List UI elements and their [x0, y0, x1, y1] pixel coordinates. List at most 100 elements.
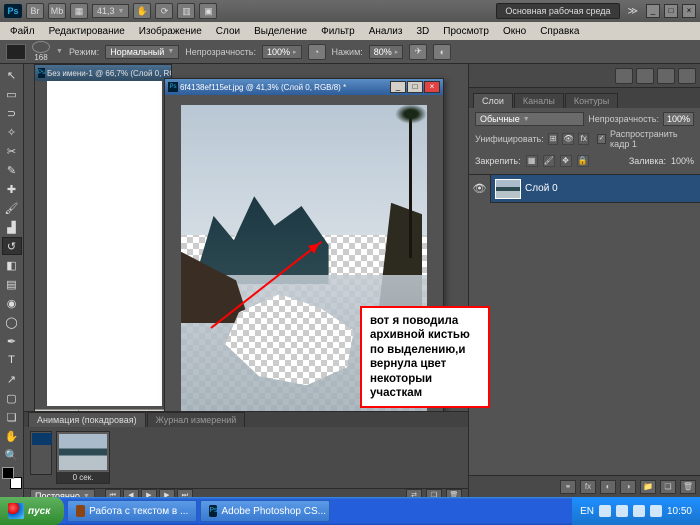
tab-paths[interactable]: Контуры [565, 93, 618, 108]
mini-bridge-icon[interactable]: Mb [48, 3, 66, 19]
dodge-tool-icon[interactable]: ◯ [2, 313, 22, 331]
view-extras-icon[interactable]: ▦ [70, 3, 88, 19]
wand-tool-icon[interactable]: ✧ [2, 123, 22, 141]
next-frame-button[interactable]: ▶ [159, 489, 175, 497]
delete-layer-icon[interactable]: 🗑 [680, 480, 696, 494]
last-frame-button[interactable]: ⏭ [177, 489, 193, 497]
menu-filter[interactable]: Фильтр [315, 25, 361, 38]
layer-fx-icon[interactable]: fx [580, 480, 596, 494]
shape-tool-icon[interactable]: ▢ [2, 389, 22, 407]
menu-window[interactable]: Окно [497, 25, 532, 38]
minimize-button[interactable]: _ [646, 4, 660, 18]
adjustments-panel-icon[interactable] [678, 68, 696, 84]
menu-analysis[interactable]: Анализ [363, 25, 409, 38]
eyedropper-tool-icon[interactable]: ✎ [2, 161, 22, 179]
tab-measure-log[interactable]: Журнал измерений [147, 412, 246, 427]
heal-tool-icon[interactable]: ✚ [2, 180, 22, 198]
propagate-checkbox[interactable]: ✓ [597, 134, 606, 144]
layer-row[interactable]: 👁 Слой 0 [469, 175, 700, 203]
menu-file[interactable]: Файл [4, 25, 41, 38]
color-panel-icon[interactable] [615, 68, 633, 84]
brush-tool-icon[interactable]: 🖌 [2, 199, 22, 217]
task-button-2[interactable]: PsAdobe Photoshop CS... [200, 500, 330, 522]
tab-animation[interactable]: Анимация (покадровая) [28, 412, 146, 427]
pressure-opacity-icon[interactable]: ◔ [308, 44, 326, 60]
tween-button[interactable]: ⇄ [406, 489, 422, 497]
type-tool-icon[interactable]: T [2, 351, 22, 369]
color-swatches[interactable] [2, 467, 22, 489]
path-tool-icon[interactable]: ↗ [2, 370, 22, 388]
clock[interactable]: 10:50 [667, 506, 692, 517]
layer-thumb[interactable] [495, 179, 521, 199]
document-window-1[interactable]: Ps Без имени-1 @ 66,7% (Слой 0, RGB/8) *… [34, 64, 172, 424]
blur-tool-icon[interactable]: ◉ [2, 294, 22, 312]
visibility-toggle-icon[interactable]: 👁 [469, 175, 491, 203]
link-layers-icon[interactable]: ⚭ [560, 480, 576, 494]
swatches-panel-icon[interactable] [636, 68, 654, 84]
unify-pos-icon[interactable]: ⊞ [548, 133, 559, 145]
workspace-switcher[interactable]: Основная рабочая среда [496, 3, 619, 19]
lasso-tool-icon[interactable]: ⊃ [2, 104, 22, 122]
group-icon[interactable]: 📁 [640, 480, 656, 494]
hand-tool-icon[interactable]: ✋ [2, 427, 22, 445]
tab-channels[interactable]: Каналы [514, 93, 564, 108]
doc2-minimize-button[interactable]: _ [390, 81, 406, 93]
lock-pixels-icon[interactable]: 🖌 [543, 155, 555, 167]
crop-tool-icon[interactable]: ✂ [2, 142, 22, 160]
layer-blend-mode[interactable]: Обычные▼ [475, 112, 584, 126]
frame-duration[interactable]: 0 сек. [57, 472, 109, 483]
brush-preview-icon[interactable] [32, 41, 50, 53]
arrange-docs-icon[interactable]: ▥ [177, 3, 195, 19]
tray-icon[interactable] [599, 505, 611, 517]
eraser-tool-icon[interactable]: ◧ [2, 256, 22, 274]
maximize-button[interactable]: □ [664, 4, 678, 18]
play-button[interactable]: ▶ [141, 489, 157, 497]
tool-preset-icon[interactable] [6, 44, 26, 60]
pressure-size-icon[interactable]: ◐ [433, 44, 451, 60]
menu-select[interactable]: Выделение [248, 25, 313, 38]
layer-name[interactable]: Слой 0 [525, 183, 558, 194]
doc1-titlebar[interactable]: Ps Без имени-1 @ 66,7% (Слой 0, RGB/8) * [35, 65, 171, 81]
move-tool-icon[interactable]: ↖ [2, 66, 22, 84]
history-brush-tool-icon[interactable]: ↺ [2, 237, 22, 255]
doc2-close-button[interactable]: × [424, 81, 440, 93]
styles-panel-icon[interactable] [657, 68, 675, 84]
zoom-level[interactable]: 41,3▼ [92, 4, 129, 18]
adjustment-layer-icon[interactable]: ◑ [620, 480, 636, 494]
menu-3d[interactable]: 3D [410, 25, 435, 38]
bridge-icon[interactable]: Br [26, 3, 44, 19]
doc2-maximize-button[interactable]: □ [407, 81, 423, 93]
tray-icon[interactable] [650, 505, 662, 517]
layer-opacity-field[interactable]: 100% [663, 112, 694, 126]
anim-frame-1[interactable]: 0 сек. [56, 431, 110, 484]
pen-tool-icon[interactable]: ✒ [2, 332, 22, 350]
blend-mode-select[interactable]: Нормальный▼ [105, 45, 179, 59]
hand-tool-icon[interactable]: ✋ [133, 3, 151, 19]
menu-help[interactable]: Справка [534, 25, 585, 38]
unify-style-icon[interactable]: fx [578, 133, 589, 145]
new-frame-button[interactable]: ❏ [426, 489, 442, 497]
zoom-tool-icon[interactable]: 🔍 [2, 446, 22, 464]
brush-picker-chevron-icon[interactable]: ▼ [56, 48, 63, 55]
lock-transparent-icon[interactable]: ▦ [526, 155, 538, 167]
lock-position-icon[interactable]: ✥ [560, 155, 572, 167]
lock-all-icon[interactable]: 🔒 [577, 155, 589, 167]
expand-workspaces-icon[interactable]: ≫ [624, 6, 642, 17]
opacity-field[interactable]: 100%▸ [262, 45, 302, 59]
menu-view[interactable]: Просмотр [437, 25, 495, 38]
flow-field[interactable]: 80%▸ [369, 45, 404, 59]
task-button-1[interactable]: Работа с текстом в ... [67, 500, 197, 522]
rotate-view-icon[interactable]: ⟳ [155, 3, 173, 19]
3d-tool-icon[interactable]: ❏ [2, 408, 22, 426]
stamp-tool-icon[interactable]: ▟ [2, 218, 22, 236]
new-layer-icon[interactable]: ❏ [660, 480, 676, 494]
loop-select[interactable]: Постоянно▼ [30, 489, 95, 497]
tab-layers[interactable]: Слои [473, 93, 513, 108]
fill-field[interactable]: 100% [671, 156, 694, 166]
menu-layers[interactable]: Слои [210, 25, 246, 38]
unify-vis-icon[interactable]: 👁 [562, 133, 574, 145]
tray-icon[interactable] [616, 505, 628, 517]
doc1-canvas[interactable] [47, 81, 162, 406]
delete-frame-button[interactable]: 🗑 [446, 489, 462, 497]
close-button[interactable]: × [682, 4, 696, 18]
